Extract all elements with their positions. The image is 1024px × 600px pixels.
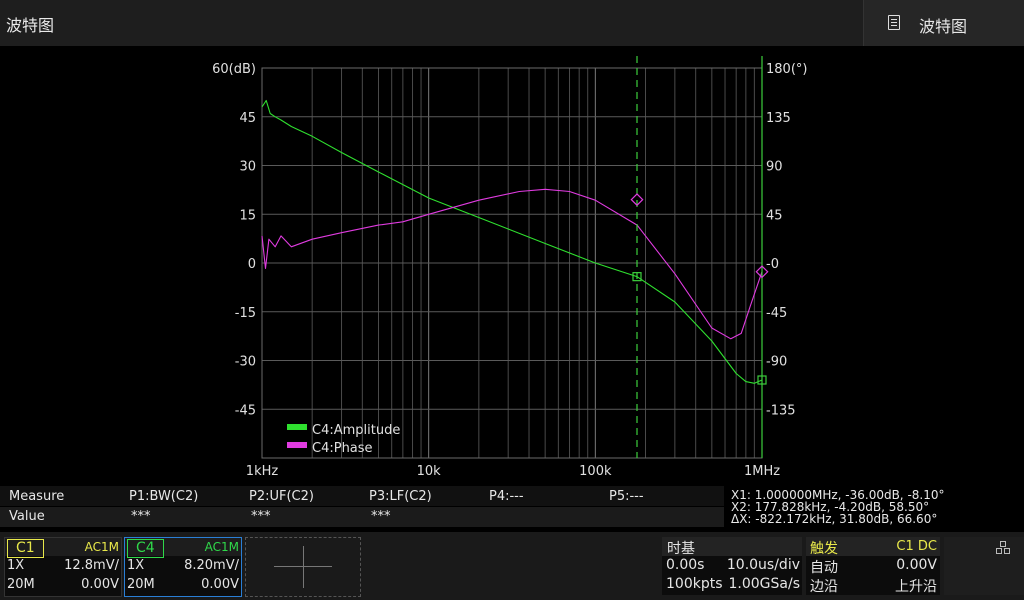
title-bar: 波特图 波特图 <box>0 0 1024 46</box>
trigger-title: 触发 <box>810 541 838 557</box>
x-tick-label: 10k <box>417 464 442 479</box>
right-tick-label: -135 <box>766 403 796 418</box>
left-tick-label: -15 <box>235 306 256 321</box>
bode-plot[interactable]: 60(dB) 180(°) 45 135 30 90 15 45 0 -0 -15 -45 -30 -90… <box>0 46 1024 486</box>
left-tick-label: 30 <box>239 160 256 175</box>
right-tick-label: 45 <box>766 208 783 223</box>
axis-labels: 60(dB) 180(°) 45 135 30 90 15 45 0 -0 -15 -45 -30 -90… <box>212 62 807 479</box>
measure-p5[interactable]: P5:--- <box>609 489 644 504</box>
channel-c4-coupling: AC1M <box>204 540 239 554</box>
channel-c4-name: C4 <box>127 539 164 558</box>
measure-header-row: Measure P1:BW(C2) P2:UF(C2) P3:LF(C2) P4… <box>0 486 724 506</box>
measure-p4[interactable]: P4:--- <box>489 489 524 504</box>
x-tick-label: 1kHz <box>246 464 279 479</box>
left-tick-label: -45 <box>235 403 256 418</box>
legend-swatch <box>287 442 307 448</box>
channel-c4-bw: 20M <box>127 577 155 592</box>
trigger-type: 边沿 <box>810 579 838 595</box>
document-icon <box>888 15 900 30</box>
value-header: Value <box>9 509 45 524</box>
timebase-scale: 10.0us/div <box>726 557 800 573</box>
network-icon <box>996 541 1010 554</box>
plot-grid <box>261 67 763 459</box>
right-tick-label: 90 <box>766 160 783 175</box>
measure-p2[interactable]: P2:UF(C2) <box>249 489 314 504</box>
cursor-readout: X1: 1.000000MHz, -36.00dB, -8.10° X2: 17… <box>731 489 1021 525</box>
channel-c1-scale: 12.8mV/ <box>64 558 119 573</box>
channel-c1-offset: 0.00V <box>81 577 119 592</box>
timebase-delay: 0.00s <box>666 557 705 573</box>
plot-legend: C4:Amplitude C4:Phase <box>287 423 400 456</box>
trigger-source: C1 DC <box>896 539 937 554</box>
trigger-slope: 上升沿 <box>895 579 937 595</box>
channel-c4-probe: 1X <box>127 558 145 573</box>
legend-label: C4:Amplitude <box>312 423 400 438</box>
value-p2: *** <box>251 509 271 524</box>
channel-c1-coupling: AC1M <box>84 540 119 554</box>
channel-c4-offset: 0.00V <box>201 577 239 592</box>
timebase-panel[interactable]: 时基 0.00s 10.0us/div 100kpts 1.00GSa/s <box>662 537 802 595</box>
timebase-title: 时基 <box>667 541 695 557</box>
trigger-mode: 自动 <box>810 560 838 576</box>
right-tick-label: -0 <box>766 257 779 272</box>
trigger-level: 0.00V <box>896 557 937 573</box>
channel-c1-name: C1 <box>7 539 44 558</box>
trigger-panel[interactable]: 触发 C1 DC 自动 0.00V 边沿 上升沿 <box>806 537 940 595</box>
left-tick-label: 15 <box>239 208 256 223</box>
window-title: 波特图 <box>6 16 55 35</box>
channel-c1-bw: 20M <box>7 577 35 592</box>
legend-swatch <box>287 424 307 430</box>
channel-c4-scale: 8.20mV/ <box>184 558 239 573</box>
measure-p3[interactable]: P3:LF(C2) <box>369 489 432 504</box>
plot-series <box>261 99 763 384</box>
value-p3: *** <box>371 509 391 524</box>
x-tick-label: 1MHz <box>744 464 780 479</box>
value-p1: *** <box>131 509 151 524</box>
measure-header: Measure <box>9 489 65 504</box>
right-tick-label: -45 <box>766 306 787 321</box>
left-tick-label: 45 <box>239 111 256 126</box>
right-tick-label: 135 <box>766 111 791 126</box>
right-axis-unit: 180(°) <box>766 62 807 77</box>
left-tick-label: -30 <box>235 355 256 370</box>
channel-c4-box[interactable]: C4 AC1M 1X 8.20mV/ 20M 0.00V <box>124 537 242 597</box>
channel-c1-box[interactable]: C1 AC1M 1X 12.8mV/ 20M 0.00V <box>4 537 122 597</box>
series-c4-phase-line <box>261 188 763 340</box>
legend-label: C4:Phase <box>312 441 373 456</box>
utility-button[interactable] <box>944 537 1024 595</box>
tab-label: 波特图 <box>919 17 968 36</box>
channel-c1-probe: 1X <box>7 558 25 573</box>
series-c4-amplitude-line <box>261 99 763 384</box>
plus-icon-vertical <box>303 546 304 588</box>
measure-p1[interactable]: P1:BW(C2) <box>129 489 198 504</box>
right-tick-label: -90 <box>766 355 787 370</box>
timebase-memory: 100kpts <box>666 576 723 592</box>
left-axis-unit: 60(dB) <box>212 62 256 77</box>
add-channel-button[interactable] <box>245 537 361 597</box>
timebase-sample-rate: 1.00GSa/s <box>728 576 801 592</box>
measure-value-row: Value *** *** *** <box>0 507 724 527</box>
measure-table: Measure P1:BW(C2) P2:UF(C2) P3:LF(C2) P4… <box>0 486 724 528</box>
x-tick-label: 100k <box>579 464 612 479</box>
tab-bode-plot[interactable]: 波特图 <box>863 0 1024 46</box>
left-tick-label: 0 <box>248 257 256 272</box>
cursor-dx-readout: ΔX: -822.172kHz, 31.80dB, 66.60° <box>731 512 938 526</box>
